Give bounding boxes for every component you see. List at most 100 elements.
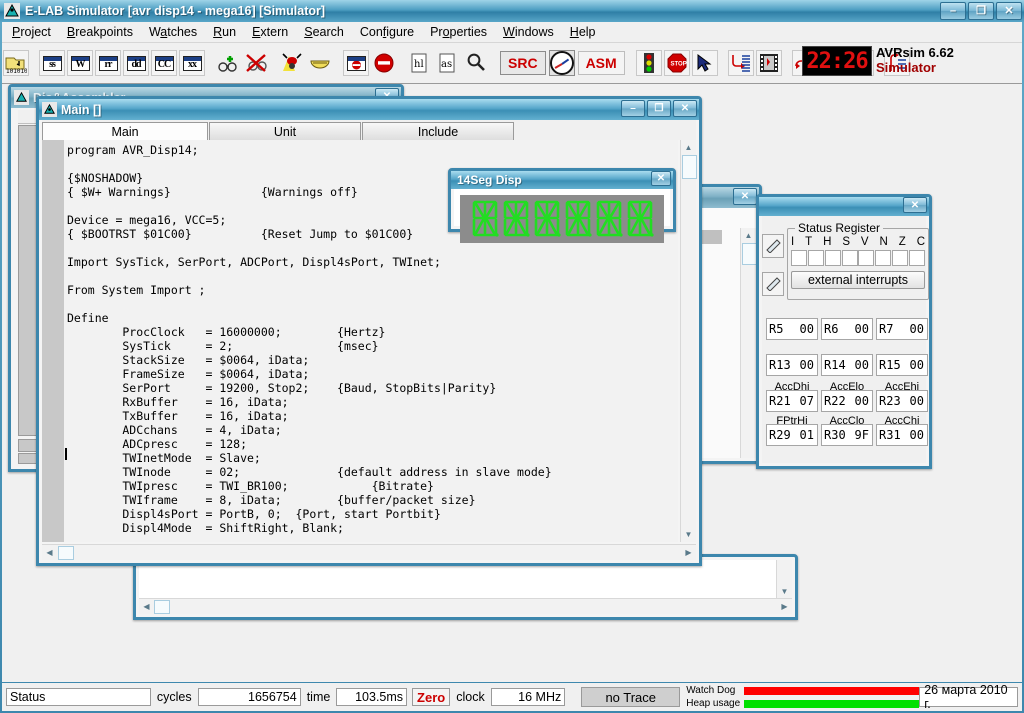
watch-rr-button[interactable]: rr [95, 50, 121, 76]
animate-button[interactable] [755, 50, 782, 76]
editor-hscroll[interactable]: ◀ ▶ [42, 544, 696, 560]
menu-watches[interactable]: Watches [141, 23, 205, 41]
breakpoint-bug-button[interactable] [279, 50, 305, 76]
register-cell[interactable]: R21 07 [766, 390, 818, 412]
menu-properties[interactable]: Properties [422, 23, 495, 41]
hl-list-button[interactable]: hl [407, 50, 433, 76]
flag-box-C[interactable] [908, 250, 925, 266]
left-stub-button-1[interactable] [762, 234, 784, 258]
flag-box-H[interactable] [824, 250, 841, 266]
registers-window[interactable]: ✕ Status Register I T H S V N Z C extern… [756, 194, 932, 469]
main-code-window[interactable]: Main [] – ❐ ✕ Main Unit Include program … [36, 96, 702, 566]
scroll-thumb[interactable] [58, 546, 74, 560]
flag-box-T[interactable] [807, 250, 824, 266]
menu-help[interactable]: Help [562, 23, 604, 41]
disable-breakpoints-button[interactable] [343, 50, 369, 76]
scroll-right-icon[interactable]: ▶ [778, 600, 791, 613]
register-cell[interactable]: R14 00 [821, 354, 873, 376]
tab-include[interactable]: Include [362, 122, 514, 141]
flag-box-V[interactable] [858, 250, 875, 266]
scroll-up-icon[interactable]: ▲ [742, 229, 755, 242]
main-code-close-button[interactable]: ✕ [673, 100, 697, 117]
hexdump-hscroll[interactable]: ◀ ▶ [139, 598, 792, 614]
background-window-vscroll[interactable]: ▲ [740, 228, 757, 458]
registers-close-button[interactable]: ✕ [903, 197, 927, 213]
menu-search[interactable]: Search [296, 23, 352, 41]
register-cell[interactable]: R30 9F [821, 424, 873, 446]
menu-run[interactable]: Run [205, 23, 244, 41]
seg-display-close-button[interactable]: ✕ [651, 171, 671, 186]
tab-unit[interactable]: Unit [209, 122, 361, 141]
main-code-minimize-button[interactable]: – [621, 100, 645, 117]
tab-main[interactable]: Main [42, 122, 208, 142]
editor-vscroll[interactable]: ▲ ▼ [680, 140, 697, 542]
as-list-button[interactable]: as [435, 50, 461, 76]
asm-mode-button[interactable]: ASM [577, 51, 625, 75]
hexdump-vscroll[interactable]: ▼ [776, 560, 792, 599]
register-cell-wrap: AccElo R22 00 [821, 381, 873, 412]
close-button[interactable]: ✕ [996, 2, 1022, 20]
application-root: E-LAB Simulator [avr disp14 - mega16] [S… [0, 0, 1024, 713]
scroll-thumb[interactable] [742, 243, 757, 265]
watch-dd-button[interactable]: dd [123, 50, 149, 76]
menu-windows[interactable]: Windows [495, 23, 562, 41]
register-cell[interactable]: R6 00 [821, 318, 873, 340]
remove-watch-button[interactable] [243, 50, 269, 76]
register-cell[interactable]: R15 00 [876, 354, 928, 376]
left-stub-button-2[interactable] [762, 272, 784, 296]
watch-xx-button[interactable]: xx [179, 50, 205, 76]
open-binary-button[interactable]: 101010 [3, 50, 29, 76]
add-watch-button[interactable] [215, 50, 241, 76]
register-cell[interactable]: R31 00 [876, 424, 928, 446]
scroll-right-icon[interactable]: ▶ [682, 546, 695, 559]
minimize-button[interactable]: – [940, 2, 966, 20]
scroll-left-icon[interactable]: ◀ [140, 600, 153, 613]
watch-ss-button[interactable]: ss [39, 50, 65, 76]
scroll-left-icon[interactable]: ◀ [43, 546, 56, 559]
scroll-down-icon[interactable]: ▼ [778, 585, 791, 598]
register-cell[interactable]: R23 00 [876, 390, 928, 412]
external-interrupts-button[interactable]: external interrupts [791, 271, 925, 289]
stop-button[interactable]: STOP [663, 50, 690, 76]
main-code-maximize-button[interactable]: ❐ [647, 100, 671, 117]
seg-display-titlebar[interactable]: 14Seg Disp ✕ [451, 171, 673, 189]
scroll-thumb[interactable] [154, 600, 170, 614]
cursor-run-button[interactable] [691, 50, 718, 76]
register-name: R23 [879, 394, 901, 408]
restore-button[interactable]: ❐ [968, 2, 994, 20]
register-cell[interactable]: R5 00 [766, 318, 818, 340]
scroll-up-icon[interactable]: ▲ [682, 141, 695, 154]
run-button[interactable] [635, 50, 662, 76]
watch-cc-button[interactable]: CC [151, 50, 177, 76]
trace-button[interactable]: no Trace [581, 687, 681, 707]
product-subtitle: Simulator [876, 60, 936, 75]
zero-button[interactable]: Zero [412, 688, 451, 706]
register-cell[interactable]: R29 01 [766, 424, 818, 446]
flag-box-I[interactable] [791, 250, 807, 266]
menu-project[interactable]: PProjectroject [4, 23, 59, 41]
status-field[interactable]: Status [6, 688, 151, 706]
register-cell[interactable]: R7 00 [876, 318, 928, 340]
src-mode-button[interactable]: SRC [500, 51, 546, 75]
menu-extern[interactable]: Extern [244, 23, 296, 41]
stop-sign-button[interactable] [371, 50, 397, 76]
menu-breakpoints[interactable]: Breakpoints [59, 23, 141, 41]
menu-configure[interactable]: Configure [352, 23, 422, 41]
flag-box-N[interactable] [875, 250, 892, 266]
step-into-button[interactable] [727, 50, 754, 76]
watch-w-button[interactable]: W [67, 50, 93, 76]
clock-mode-button[interactable] [548, 50, 575, 76]
main-code-titlebar[interactable]: Main [] – ❐ ✕ [39, 99, 699, 120]
flag-box-S[interactable] [841, 250, 858, 266]
seg-digit [595, 199, 623, 239]
scroll-thumb[interactable] [682, 155, 697, 179]
registers-titlebar[interactable]: ✕ [759, 197, 929, 216]
register-cell[interactable]: R13 00 [766, 354, 818, 376]
seg-display-window[interactable]: 14Seg Disp ✕ [448, 168, 676, 243]
flag-box-Z[interactable] [892, 250, 909, 266]
register-cell[interactable]: R22 00 [821, 390, 873, 412]
trace-yellow-button[interactable] [307, 50, 333, 76]
find-button[interactable] [463, 50, 489, 76]
scroll-down-icon[interactable]: ▼ [682, 528, 695, 541]
background-window-close-button[interactable]: ✕ [733, 188, 757, 205]
